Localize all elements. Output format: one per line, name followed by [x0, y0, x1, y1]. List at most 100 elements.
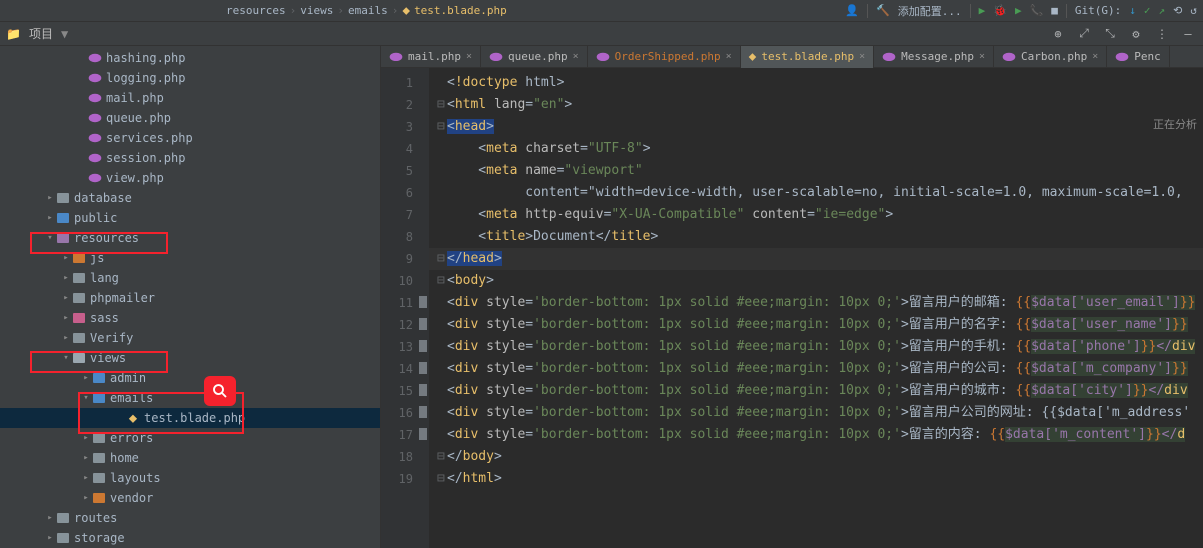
tree-arrow-icon[interactable]: ▸ — [60, 248, 72, 268]
stop-icon[interactable]: ■ — [1051, 4, 1058, 17]
hammer-icon[interactable]: 🔨 — [876, 4, 890, 17]
target-icon[interactable]: ⊕ — [1049, 25, 1067, 43]
close-icon[interactable]: × — [1092, 51, 1098, 62]
code-editor[interactable]: <!doctype html>⊟<html lang="en">⊟<head> … — [429, 68, 1203, 548]
line-number[interactable]: 1 — [381, 72, 429, 94]
diff-marker[interactable] — [419, 318, 427, 330]
code-line[interactable]: <div style='border-bottom: 1px solid #ee… — [429, 336, 1203, 358]
tree-item-phpmailer[interactable]: ▸phpmailer — [0, 288, 380, 308]
fold-icon[interactable] — [437, 138, 447, 160]
tree-item-test-blade-php[interactable]: ⬥test.blade.php — [0, 408, 380, 428]
diff-marker[interactable] — [419, 384, 427, 396]
close-icon[interactable]: × — [466, 51, 472, 62]
code-line[interactable]: <div style='border-bottom: 1px solid #ee… — [429, 380, 1203, 402]
tree-item-Verify[interactable]: ▸Verify — [0, 328, 380, 348]
tree-item-logging-php[interactable]: logging.php — [0, 68, 380, 88]
user-icon[interactable]: 👤 — [845, 4, 859, 17]
tree-arrow-icon[interactable]: ▸ — [80, 368, 92, 388]
tree-item-home[interactable]: ▸home — [0, 448, 380, 468]
run-icon[interactable]: ▶ — [979, 4, 986, 17]
add-config-dropdown[interactable]: 添加配置... — [898, 3, 962, 19]
breadcrumb[interactable]: resources › views › emails › ⬥ test.blad… — [226, 4, 507, 18]
gear-icon[interactable]: ⚙ — [1127, 25, 1145, 43]
code-line[interactable]: ⊟<head> — [429, 116, 1203, 138]
tree-item-resources[interactable]: ▾resources — [0, 228, 380, 248]
fold-icon[interactable] — [437, 182, 447, 204]
tree-item-sass[interactable]: ▸sass — [0, 308, 380, 328]
close-icon[interactable]: × — [859, 51, 865, 62]
tab-Carbon-php[interactable]: Carbon.php× — [994, 46, 1107, 68]
tree-item-admin[interactable]: ▸admin — [0, 368, 380, 388]
tree-item-storage[interactable]: ▸storage — [0, 528, 380, 548]
code-line[interactable]: <meta charset="UTF-8"> — [429, 138, 1203, 160]
breadcrumb-item[interactable]: views — [300, 4, 333, 17]
code-line[interactable]: <div style='border-bottom: 1px solid #ee… — [429, 424, 1203, 446]
tree-item-public[interactable]: ▸public — [0, 208, 380, 228]
code-line[interactable]: ⊟</head> — [429, 248, 1203, 270]
line-number[interactable]: 14 — [381, 358, 429, 380]
line-number[interactable]: 13 — [381, 336, 429, 358]
tab-mail-php[interactable]: mail.php× — [381, 46, 481, 68]
line-number[interactable]: 18 — [381, 446, 429, 468]
editor-tabs[interactable]: mail.php×queue.php×OrderShipped.php×⬥tes… — [381, 46, 1203, 68]
breadcrumb-item[interactable]: resources — [226, 4, 286, 17]
code-line[interactable]: content="width=device-width, user-scalab… — [429, 182, 1203, 204]
tree-item-errors[interactable]: ▸errors — [0, 428, 380, 448]
tree-arrow-icon[interactable]: ▸ — [60, 308, 72, 328]
tab-OrderShipped-php[interactable]: OrderShipped.php× — [588, 46, 741, 68]
tree-item-routes[interactable]: ▸routes — [0, 508, 380, 528]
history-icon[interactable]: ⟲ — [1173, 4, 1182, 17]
tree-arrow-icon[interactable]: ▸ — [44, 508, 56, 528]
diff-marker[interactable] — [419, 362, 427, 374]
diff-marker[interactable] — [419, 406, 427, 418]
tree-arrow-icon[interactable]: ▸ — [60, 328, 72, 348]
project-tree[interactable]: hashing.phplogging.phpmail.phpqueue.phps… — [0, 46, 381, 548]
code-line[interactable]: <div style='border-bottom: 1px solid #ee… — [429, 402, 1203, 424]
code-line[interactable]: ⊟<body> — [429, 270, 1203, 292]
tree-arrow-icon[interactable]: ▸ — [80, 448, 92, 468]
fold-icon[interactable] — [437, 160, 447, 182]
fold-icon[interactable] — [437, 380, 447, 402]
tree-item-queue-php[interactable]: queue.php — [0, 108, 380, 128]
line-number[interactable]: 15 — [381, 380, 429, 402]
git-update-icon[interactable]: ↓ — [1129, 4, 1136, 17]
fold-icon[interactable]: ⊟ — [437, 248, 447, 270]
fold-icon[interactable]: ⊟ — [437, 270, 447, 292]
close-icon[interactable]: × — [726, 51, 732, 62]
line-number[interactable]: 19 — [381, 468, 429, 490]
tree-arrow-icon[interactable]: ▾ — [80, 388, 92, 408]
tree-item-views[interactable]: ▾views — [0, 348, 380, 368]
tree-arrow-icon[interactable]: ▸ — [60, 288, 72, 308]
line-number[interactable]: 5 — [381, 160, 429, 182]
code-line[interactable]: ⊟</body> — [429, 446, 1203, 468]
tree-item-layouts[interactable]: ▸layouts — [0, 468, 380, 488]
tree-item-emails[interactable]: ▾emails — [0, 388, 380, 408]
line-number[interactable]: 10 — [381, 270, 429, 292]
tree-arrow-icon[interactable]: ▾ — [44, 228, 56, 248]
tree-item-vendor[interactable]: ▸vendor — [0, 488, 380, 508]
fold-icon[interactable]: ⊟ — [437, 94, 447, 116]
stop-icon[interactable]: 📞 — [1030, 4, 1044, 17]
diff-marker[interactable] — [419, 340, 427, 352]
line-number[interactable]: 17 — [381, 424, 429, 446]
git-push-icon[interactable]: ↗ — [1159, 4, 1166, 17]
tab-Penc[interactable]: Penc — [1107, 46, 1170, 68]
line-number[interactable]: 7 — [381, 204, 429, 226]
line-number[interactable]: 4 — [381, 138, 429, 160]
code-line[interactable]: <div style='border-bottom: 1px solid #ee… — [429, 292, 1203, 314]
expand-icon[interactable]: ⤢ — [1075, 25, 1093, 43]
code-line[interactable]: <meta name="viewport" — [429, 160, 1203, 182]
tree-item-lang[interactable]: ▸lang — [0, 268, 380, 288]
code-line[interactable]: <!doctype html> — [429, 72, 1203, 94]
tree-arrow-icon[interactable]: ▸ — [60, 268, 72, 288]
collapse-icon[interactable]: ⤡ — [1101, 25, 1119, 43]
breadcrumb-item[interactable]: emails — [348, 4, 388, 17]
close-icon[interactable]: × — [573, 51, 579, 62]
tree-arrow-icon[interactable]: ▸ — [80, 468, 92, 488]
code-line[interactable]: <title>Document</title> — [429, 226, 1203, 248]
line-number[interactable]: 3 — [381, 116, 429, 138]
code-line[interactable]: <div style='border-bottom: 1px solid #ee… — [429, 358, 1203, 380]
code-line[interactable]: <meta http-equiv="X-UA-Compatible" conte… — [429, 204, 1203, 226]
dropdown-icon[interactable]: ▼ — [61, 27, 68, 41]
code-line[interactable]: ⊟<html lang="en"> — [429, 94, 1203, 116]
